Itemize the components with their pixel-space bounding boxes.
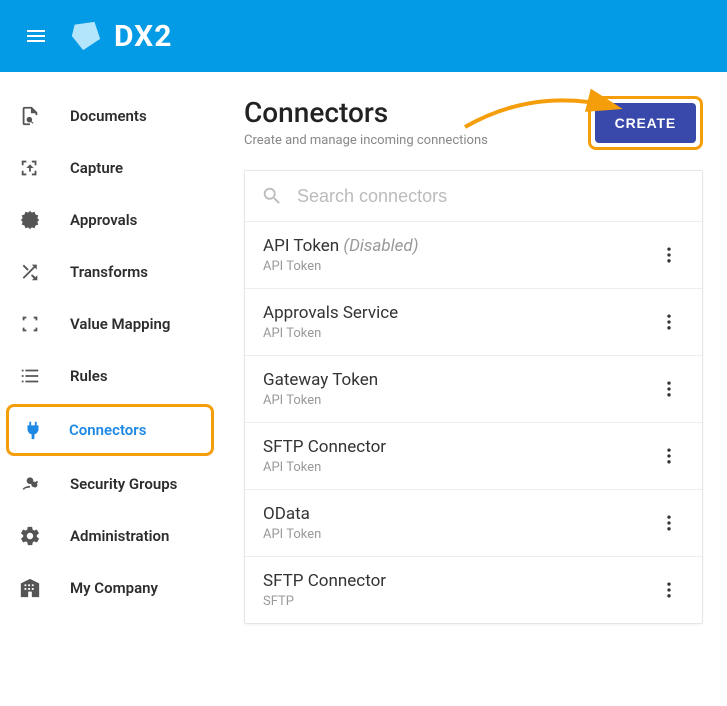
search-input[interactable] <box>297 186 686 207</box>
list-icon <box>18 364 42 388</box>
connector-name: API Token <box>263 236 339 256</box>
create-button[interactable]: CREATE <box>595 103 696 143</box>
list-item[interactable]: API Token (Disabled) API Token <box>245 222 702 289</box>
sidebar-item-my-company[interactable]: My Company <box>0 562 220 614</box>
collapse-icon <box>18 312 42 336</box>
sidebar-item-security-groups[interactable]: Security Groups <box>0 458 220 510</box>
more-vert-icon <box>659 446 679 466</box>
sidebar-item-documents[interactable]: Documents <box>0 90 220 142</box>
more-vert-icon <box>659 379 679 399</box>
logo-mark-icon <box>68 18 104 54</box>
more-vert-icon <box>659 513 679 533</box>
sidebar-item-label: Security Groups <box>70 475 177 493</box>
connector-disabled-label: (Disabled) <box>343 236 418 256</box>
sidebar-item-label: Value Mapping <box>70 315 170 333</box>
connectors-panel: API Token (Disabled) API Token Approvals… <box>244 170 703 624</box>
menu-toggle-button[interactable] <box>16 16 56 56</box>
connector-type: API Token <box>263 527 321 542</box>
create-highlight-box: CREATE <box>588 96 703 150</box>
more-vert-icon <box>659 245 679 265</box>
connector-type: API Token <box>263 326 398 341</box>
sidebar-item-label: Rules <box>70 367 108 385</box>
search-row <box>245 171 702 222</box>
sidebar-item-label: Connectors <box>69 421 146 439</box>
list-item[interactable]: SFTP Connector API Token <box>245 423 702 490</box>
sidebar-item-connectors[interactable]: Connectors <box>6 404 214 456</box>
sidebar-item-label: Documents <box>70 107 147 125</box>
more-button[interactable] <box>654 307 684 337</box>
page-subtitle: Create and manage incoming connections <box>244 133 488 148</box>
approval-icon <box>18 208 42 232</box>
app-logo: DX2 <box>68 18 172 54</box>
shuffle-icon <box>18 260 42 284</box>
connector-type: API Token <box>263 259 418 274</box>
plug-icon <box>21 418 45 442</box>
more-vert-icon <box>659 312 679 332</box>
connector-type: SFTP <box>263 594 386 609</box>
sidebar-item-administration[interactable]: Administration <box>0 510 220 562</box>
sidebar-item-label: Approvals <box>70 211 137 229</box>
brand-text: DX2 <box>114 19 172 54</box>
sidebar-item-capture[interactable]: Capture <box>0 142 220 194</box>
connector-name: Gateway Token <box>263 370 378 390</box>
search-icon <box>261 185 283 207</box>
sidebar-item-rules[interactable]: Rules <box>0 350 220 402</box>
sidebar-item-value-mapping[interactable]: Value Mapping <box>0 298 220 350</box>
more-button[interactable] <box>654 441 684 471</box>
more-button[interactable] <box>654 508 684 538</box>
list-item[interactable]: OData API Token <box>245 490 702 557</box>
capture-icon <box>18 156 42 180</box>
list-item[interactable]: Gateway Token API Token <box>245 356 702 423</box>
sidebar-item-label: My Company <box>70 579 158 597</box>
more-button[interactable] <box>654 240 684 270</box>
sidebar-item-label: Administration <box>70 527 169 545</box>
list-item[interactable]: SFTP Connector SFTP <box>245 557 702 623</box>
connector-type: API Token <box>263 460 386 475</box>
main-content: Connectors Create and manage incoming co… <box>220 72 727 706</box>
connector-name: Approvals Service <box>263 303 398 323</box>
document-search-icon <box>18 104 42 128</box>
connector-type: API Token <box>263 393 378 408</box>
more-button[interactable] <box>654 575 684 605</box>
sidebar-item-transforms[interactable]: Transforms <box>0 246 220 298</box>
sidebar: Documents Capture Approvals Transforms V… <box>0 72 220 706</box>
page-title: Connectors <box>244 96 488 129</box>
more-button[interactable] <box>654 374 684 404</box>
list-item[interactable]: Approvals Service API Token <box>245 289 702 356</box>
hamburger-icon <box>24 24 48 48</box>
connector-name: SFTP Connector <box>263 571 386 591</box>
sidebar-item-label: Capture <box>70 159 123 177</box>
building-icon <box>18 576 42 600</box>
sidebar-item-label: Transforms <box>70 263 148 281</box>
gear-icon <box>18 524 42 548</box>
topbar: DX2 <box>0 0 727 72</box>
more-vert-icon <box>659 580 679 600</box>
connector-name: OData <box>263 504 321 524</box>
users-key-icon <box>18 472 42 496</box>
connector-name: SFTP Connector <box>263 437 386 457</box>
sidebar-item-approvals[interactable]: Approvals <box>0 194 220 246</box>
